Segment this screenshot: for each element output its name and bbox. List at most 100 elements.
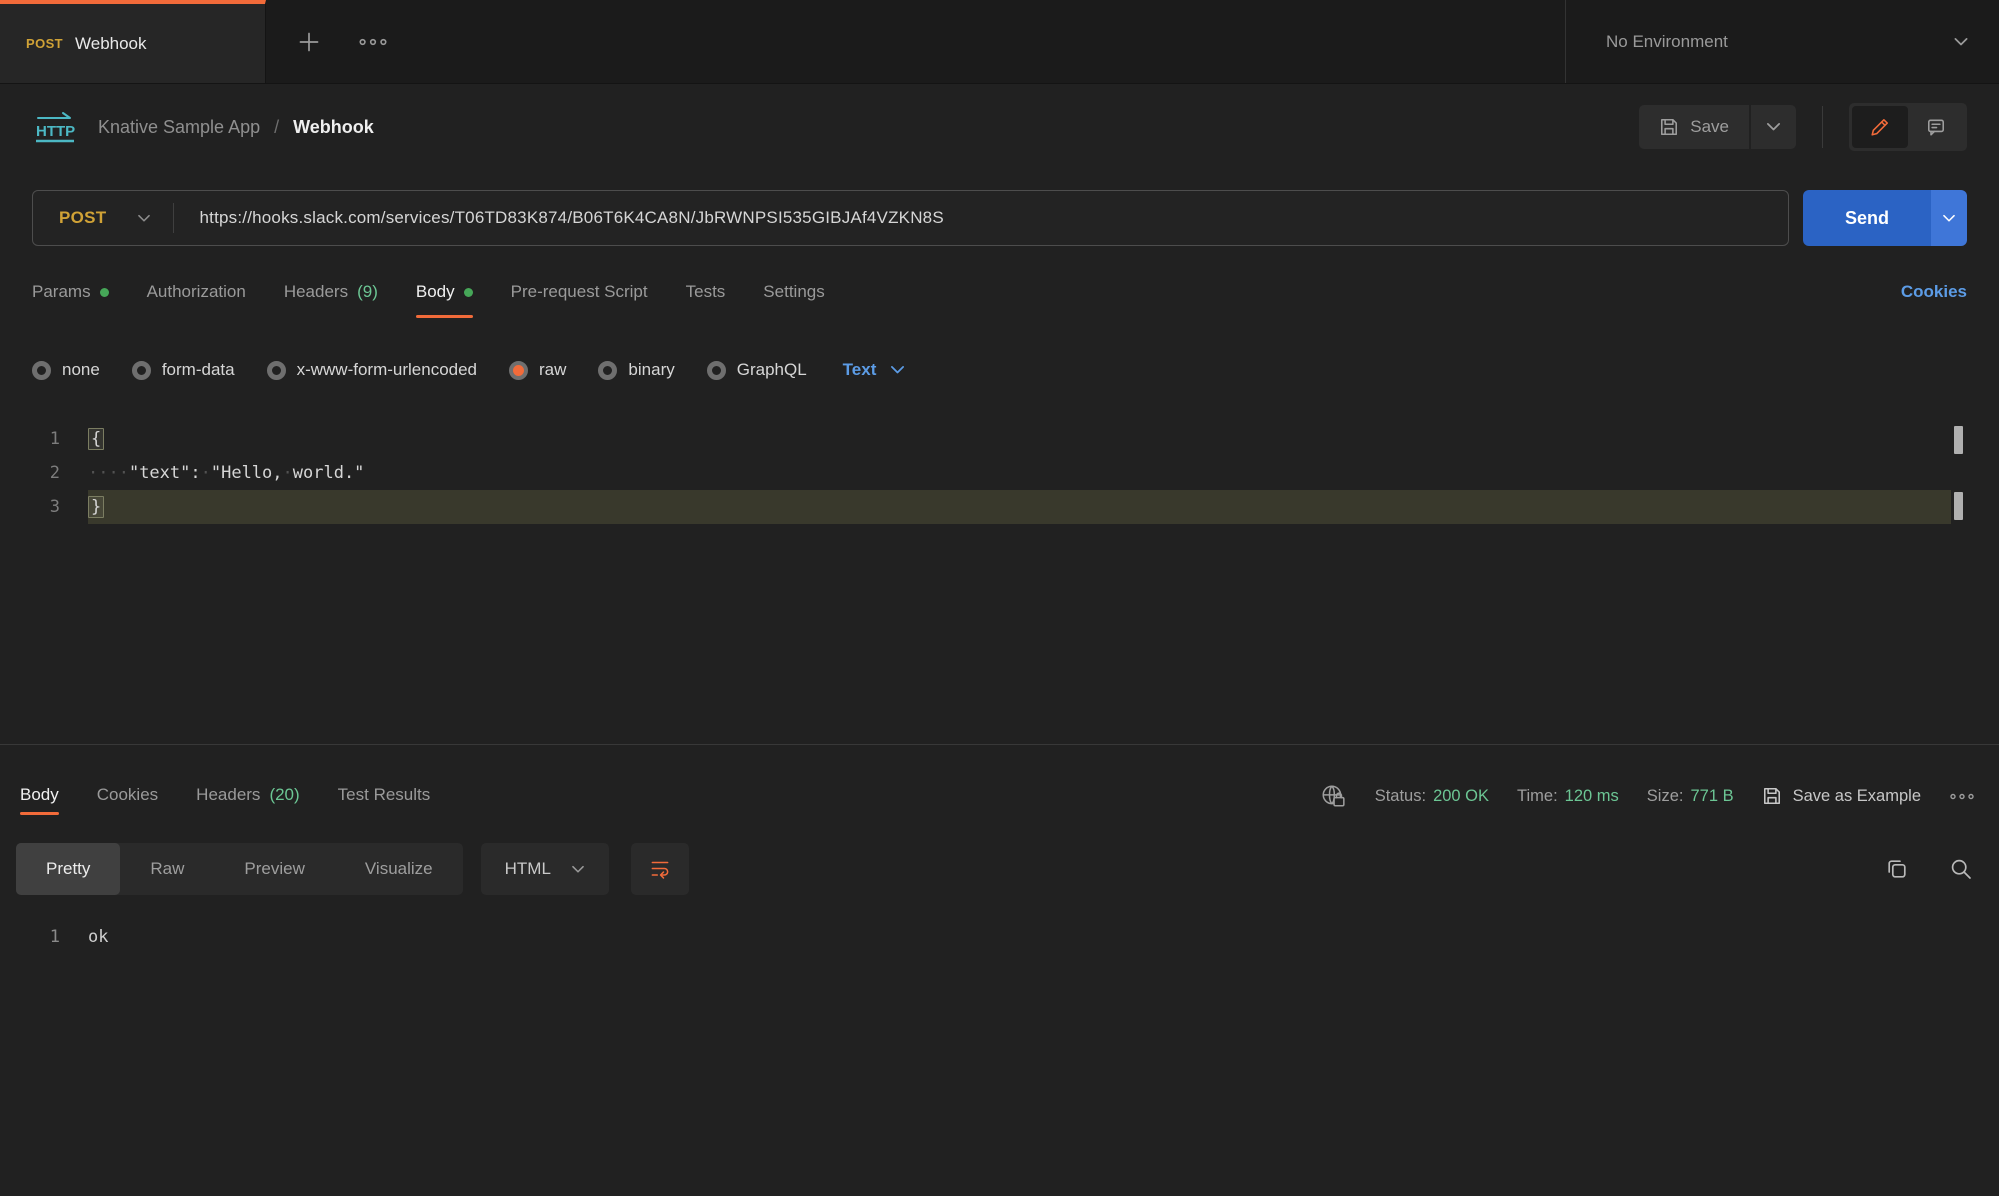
copy-button[interactable] — [1885, 857, 1909, 881]
wrap-lines-button[interactable] — [631, 843, 689, 895]
editor-line-1[interactable]: 1 { — [0, 422, 1951, 456]
tab-bar: POST Webhook No Environment — [0, 0, 1999, 84]
line-content[interactable]: { — [88, 422, 1951, 456]
save-icon — [1762, 786, 1782, 806]
comment-icon — [1926, 117, 1946, 137]
save-icon — [1659, 117, 1679, 137]
response-tab-body[interactable]: Body — [20, 785, 59, 823]
send-options-button[interactable] — [1931, 190, 1967, 246]
tab-tests[interactable]: Tests — [686, 282, 726, 318]
size-pair: Size: 771 B — [1647, 787, 1734, 806]
response-options-button[interactable] — [1949, 792, 1975, 801]
tab-settings[interactable]: Settings — [763, 282, 824, 318]
overview-ruler-mark — [1954, 426, 1963, 454]
request-body-editor[interactable]: 1 { 2 ····"text":·"Hello,·world." 3 } — [0, 422, 1999, 744]
breadcrumb-workspace[interactable]: Knative Sample App — [98, 117, 260, 138]
tab-options-button[interactable] — [348, 0, 398, 83]
raw-language-selector[interactable]: Text — [843, 360, 906, 380]
tab-pre-request-script[interactable]: Pre-request Script — [511, 282, 648, 318]
documentation-toggle-button[interactable] — [1852, 106, 1908, 148]
editor-line-3[interactable]: 3 } — [0, 490, 1951, 524]
response-tab-cookies[interactable]: Cookies — [97, 785, 158, 823]
mode-binary[interactable]: binary — [598, 360, 674, 380]
radio-icon — [707, 361, 726, 380]
request-url-row: POST https://hooks.slack.com/services/T0… — [32, 190, 1967, 246]
time-label: Time: — [1517, 787, 1558, 806]
json-value-part: "Hello, — [211, 463, 283, 483]
tab-authorization[interactable]: Authorization — [147, 282, 246, 318]
open-request-tab[interactable]: POST Webhook — [0, 0, 266, 83]
save-as-example-label: Save as Example — [1793, 787, 1921, 806]
chevron-down-icon — [1942, 214, 1956, 223]
save-button[interactable]: Save — [1639, 105, 1749, 149]
response-body-viewer[interactable]: 1 ok — [0, 921, 1999, 953]
chevron-down-icon — [890, 365, 905, 375]
send-button[interactable]: Send — [1803, 190, 1931, 246]
tab-label: Headers — [284, 282, 348, 302]
whitespace-dot: · — [201, 463, 211, 483]
mode-x-www-form-urlencoded[interactable]: x-www-form-urlencoded — [267, 360, 477, 380]
svg-text:HTTP: HTTP — [36, 123, 75, 140]
mode-raw[interactable]: raw — [509, 360, 566, 380]
url-input[interactable]: https://hooks.slack.com/services/T06TD83… — [174, 208, 944, 228]
ellipsis-icon — [358, 37, 388, 47]
status-label: Status: — [1375, 787, 1426, 806]
view-switcher: Pretty Raw Preview Visualize — [16, 843, 463, 895]
editor-line-2[interactable]: 2 ····"text":·"Hello,·world." — [0, 456, 1951, 490]
search-button[interactable] — [1949, 857, 1973, 881]
breadcrumb: HTTP Knative Sample App / Webhook Save — [0, 84, 1999, 170]
response-toolbar: Pretty Raw Preview Visualize HTML — [16, 843, 1983, 895]
tab-label: Body — [20, 785, 59, 805]
mode-label: form-data — [162, 360, 235, 380]
mode-form-data[interactable]: form-data — [132, 360, 235, 380]
overview-ruler-mark — [1954, 492, 1963, 520]
view-raw[interactable]: Raw — [120, 843, 214, 895]
request-actions: Save — [1639, 103, 1967, 151]
new-tab-button[interactable] — [288, 0, 330, 83]
tab-label: Params — [32, 282, 91, 302]
line-number: 2 — [0, 456, 88, 490]
method-value: POST — [59, 208, 107, 228]
line-number: 1 — [0, 422, 88, 456]
breadcrumb-request-name: Webhook — [293, 117, 374, 138]
line-content[interactable]: } — [88, 490, 1951, 524]
chevron-down-icon — [571, 865, 585, 874]
radio-icon — [267, 361, 286, 380]
tab-headers[interactable]: Headers (9) — [284, 282, 378, 318]
view-pretty[interactable]: Pretty — [16, 843, 120, 895]
mode-label: GraphQL — [737, 360, 807, 380]
network-info-button[interactable] — [1319, 783, 1347, 809]
response-tab-headers[interactable]: Headers (20) — [196, 785, 300, 823]
view-preview[interactable]: Preview — [214, 843, 334, 895]
time-pair: Time: 120 ms — [1517, 787, 1619, 806]
whitespace-dot: · — [283, 463, 293, 483]
line-content[interactable]: ····"text":·"Hello,·world." — [88, 456, 1951, 490]
json-key: "text": — [129, 463, 201, 483]
response-text: ok — [88, 927, 108, 947]
environment-selector[interactable]: No Environment — [1565, 0, 1999, 83]
line-number: 3 — [0, 490, 88, 524]
response-tabs: Body Cookies Headers (20) Test Results — [20, 785, 430, 823]
tab-label: Headers — [196, 785, 260, 805]
mode-label: raw — [539, 360, 566, 380]
tab-body[interactable]: Body — [416, 282, 473, 318]
mode-none[interactable]: none — [32, 360, 100, 380]
tab-method-badge: POST — [26, 36, 63, 51]
json-value-part: world." — [293, 463, 365, 483]
radio-icon — [598, 361, 617, 380]
view-visualize[interactable]: Visualize — [335, 843, 463, 895]
tab-params[interactable]: Params — [32, 282, 109, 318]
mode-graphql[interactable]: GraphQL — [707, 360, 807, 380]
response-meta: Status: 200 OK Time: 120 ms Size: 771 B … — [1319, 783, 1975, 823]
status-pair: Status: 200 OK — [1375, 787, 1489, 806]
format-value: HTML — [505, 859, 551, 879]
format-selector[interactable]: HTML — [481, 843, 609, 895]
save-as-example-button[interactable]: Save as Example — [1762, 786, 1921, 806]
cookies-link[interactable]: Cookies — [1901, 282, 1967, 318]
mode-label: x-www-form-urlencoded — [297, 360, 477, 380]
response-tab-test-results[interactable]: Test Results — [338, 785, 431, 823]
save-options-button[interactable] — [1749, 105, 1796, 149]
radio-selected-icon — [509, 361, 528, 380]
method-selector[interactable]: POST — [33, 208, 173, 228]
comments-toggle-button[interactable] — [1908, 106, 1964, 148]
